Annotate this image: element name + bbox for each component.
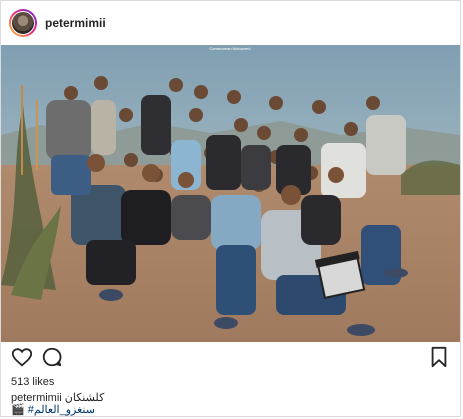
- avatar-image: [11, 11, 35, 35]
- caption-hashtag[interactable]: 🎬 #سنغزو_العالم: [11, 404, 104, 416]
- bookmark-icon[interactable]: [428, 346, 450, 368]
- post-caption: petermimii كلشنكان 🎬 #سنغزو_العالم: [11, 392, 104, 416]
- instagram-post-card: petermimii Cameraman Mohamed 513 likes p…: [0, 0, 461, 417]
- action-bar: [11, 346, 450, 370]
- post-photo[interactable]: Cameraman Mohamed: [1, 45, 460, 342]
- profile-avatar[interactable]: [9, 9, 37, 37]
- post-username[interactable]: petermimii: [45, 16, 106, 30]
- comment-bubble-icon[interactable]: [41, 346, 63, 368]
- post-header: petermimii: [1, 1, 460, 46]
- likes-count[interactable]: 513 likes: [11, 376, 54, 388]
- caption-username[interactable]: petermimii: [11, 392, 62, 404]
- heart-icon[interactable]: [11, 346, 33, 368]
- caption-text: كلشنكان: [64, 392, 105, 404]
- photo-watermark: Cameraman Mohamed: [210, 46, 251, 51]
